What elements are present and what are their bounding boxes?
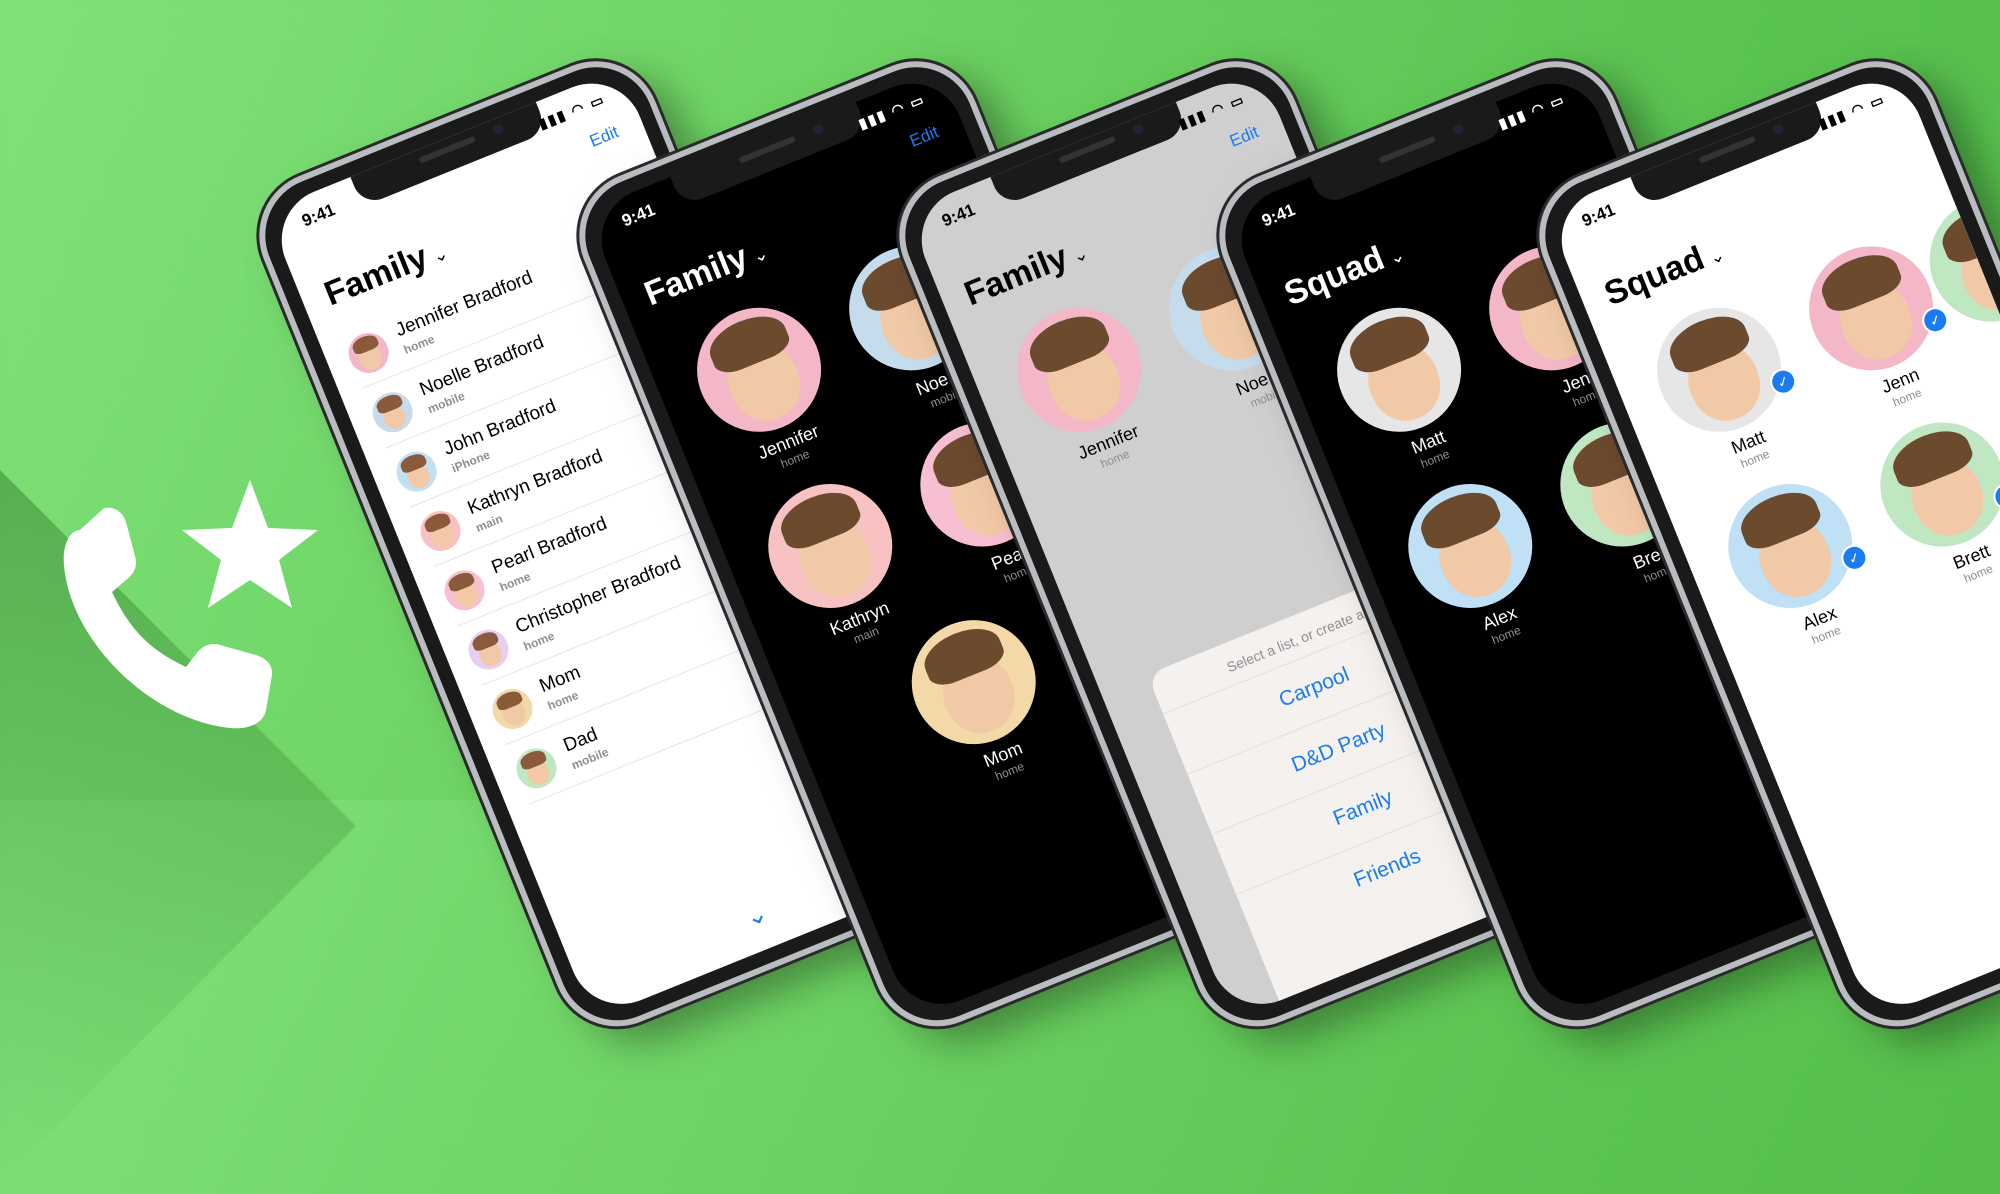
selected-checkmark-icon: ✓ (1766, 364, 1801, 399)
contact-tile[interactable]: Mom home (890, 600, 1072, 802)
chevron-down-icon: ⌄ (1386, 244, 1408, 269)
chevron-down-icon[interactable]: ⌄ (740, 897, 772, 934)
list-title-label: Family (959, 237, 1074, 314)
list-title[interactable]: Family⌄ (959, 230, 1093, 314)
notch (1309, 100, 1508, 207)
contact-tile[interactable]: Matt home (1316, 288, 1498, 490)
edit-button[interactable]: Edit (907, 122, 942, 152)
list-title[interactable]: Squad⌄ (1599, 231, 1730, 314)
list-title-label: Squad (1599, 239, 1710, 314)
contact-tile[interactable]: ✓ Brett home (1859, 403, 2000, 605)
list-title-label: Squad (1279, 239, 1390, 314)
contact-tile[interactable]: Jennifer home (676, 288, 858, 490)
avatar (462, 623, 515, 676)
selected-checkmark-icon: ✓ (1837, 540, 1872, 575)
notch (989, 100, 1188, 207)
favorite-contacts-app-icon (63, 480, 318, 729)
status-icons: ▮▮▮ ◠ ▭ (1816, 90, 1888, 132)
avatar (342, 326, 395, 379)
list-title[interactable]: Family⌄ (639, 230, 773, 314)
chevron-down-icon: ⌄ (1069, 242, 1092, 268)
contact-tile[interactable]: ✓ Alex home (1707, 464, 1889, 666)
contact-tile[interactable]: Kathryn main (747, 464, 929, 666)
contact-tile[interactable]: ✓ Matt home (1636, 288, 1818, 490)
avatar: ✓ (1861, 403, 2000, 566)
notch (1629, 100, 1828, 207)
chevron-down-icon: ⌄ (749, 242, 772, 268)
notch (349, 100, 548, 207)
avatar (366, 386, 419, 439)
status-time: 9:41 (1579, 200, 1618, 231)
contact-tile[interactable]: Jennifer home (996, 288, 1178, 490)
chevron-down-icon: ⌄ (1706, 244, 1728, 269)
status-time: 9:41 (1259, 200, 1298, 231)
star-icon (182, 480, 318, 608)
status-icons: ▮▮▮ ◠ ▭ (536, 90, 608, 132)
status-time: 9:41 (299, 200, 338, 231)
selected-checkmark-icon: ✓ (1989, 479, 2000, 514)
status-icons: ▮▮▮ ◠ ▭ (1176, 90, 1248, 132)
avatar (438, 564, 491, 617)
avatar (390, 445, 443, 498)
avatar (414, 504, 467, 557)
list-title-label: Family (639, 237, 754, 314)
avatar (486, 682, 539, 736)
status-time: 9:41 (939, 200, 978, 231)
status-icons: ▮▮▮ ◠ ▭ (1496, 90, 1568, 132)
chevron-down-icon: ⌄ (429, 242, 452, 268)
edit-button[interactable]: Edit (587, 122, 622, 152)
contact-tile[interactable]: Alex home (1387, 464, 1569, 666)
notch (669, 100, 868, 207)
list-title[interactable]: Squad⌄ (1279, 231, 1410, 314)
status-time: 9:41 (619, 200, 658, 231)
edit-button[interactable]: Edit (1227, 122, 1262, 152)
avatar (510, 742, 563, 795)
status-icons: ▮▮▮ ◠ ▭ (856, 90, 928, 132)
